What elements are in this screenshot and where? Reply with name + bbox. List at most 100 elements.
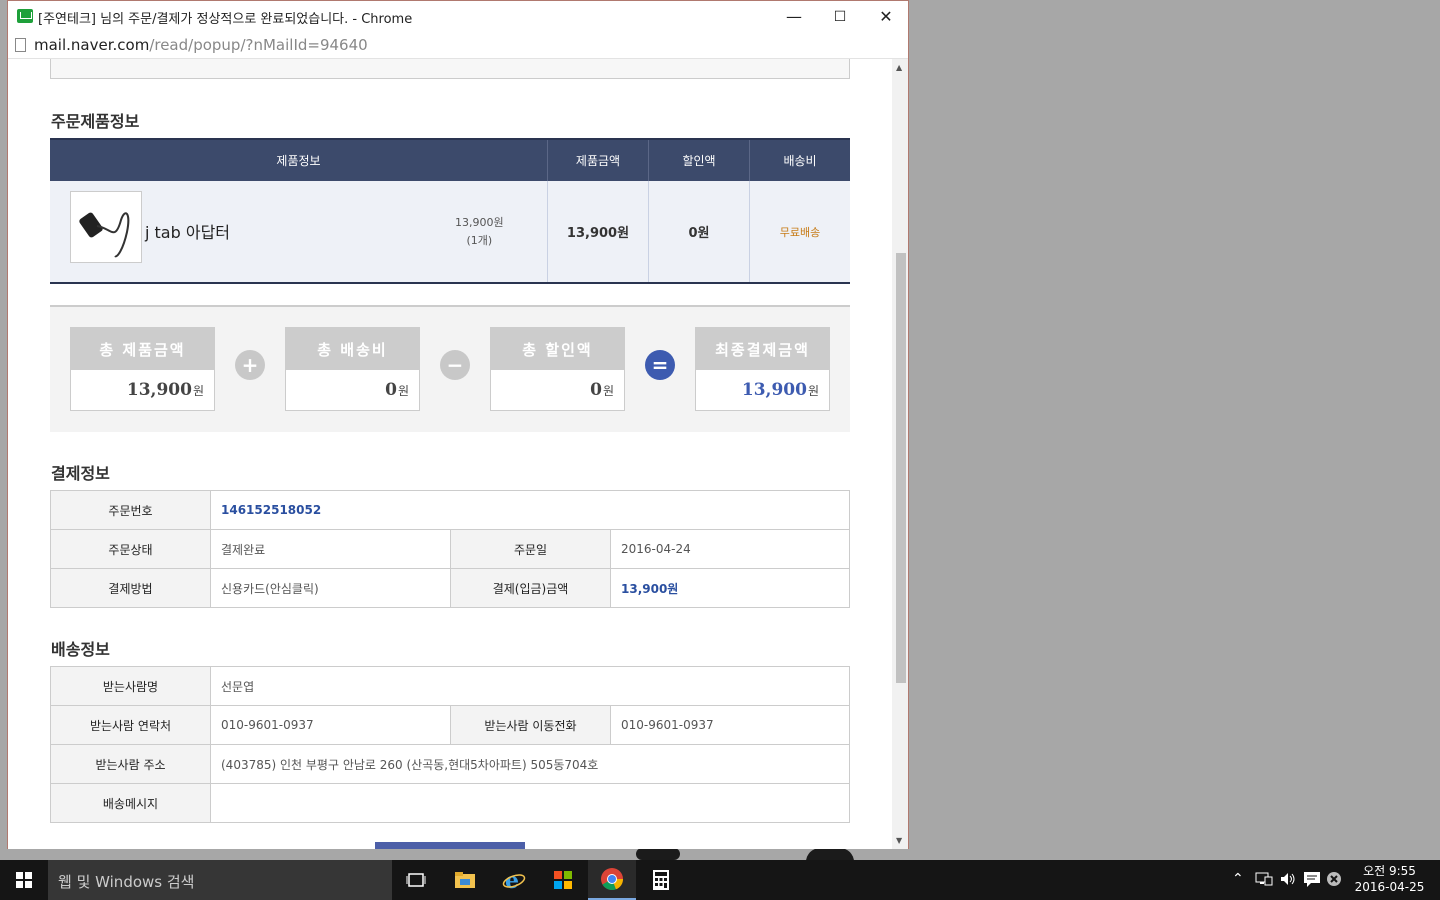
col-product-info: 제품정보 (276, 154, 321, 168)
order-items-title: 주문제품정보 (51, 112, 140, 131)
total-shipping-value: 0 (385, 380, 397, 400)
price-summary: 총 제품금액 13,900 원 + 총 배송비 0원 − 총 할인액 0원 = 최… (50, 305, 850, 432)
chrome-popup-window: [주연테크] 님의 주문/결제가 정상적으로 완료되었습니다. - Chrome… (7, 0, 909, 849)
product-thumbnail[interactable] (70, 191, 142, 263)
svg-text:e: e (505, 868, 519, 892)
clock-date: 2016-04-25 (1354, 880, 1425, 894)
table-row: 받는사람 주소 (403785) 인천 부평구 안남로 260 (산곡동,현대5… (50, 744, 850, 784)
final-amount-value-row: 13,900 원 (696, 370, 829, 410)
total-discount-unit: 원 (602, 383, 614, 398)
scroll-down-icon[interactable]: ▼ (896, 836, 902, 845)
product-quantity: (1개) (466, 234, 493, 247)
previous-section-box (50, 59, 850, 79)
taskbar-clock[interactable]: 오전 9:55 2016-04-25 (1352, 863, 1427, 895)
payment-amount: 13,900원 (610, 568, 850, 608)
final-amount-value: 13,900 (741, 380, 807, 400)
total-shipping-box: 총 배송비 0원 (285, 327, 420, 411)
recipient-phone-label: 받는사람 연락처 (50, 705, 211, 745)
order-number-label: 주문번호 (50, 490, 211, 530)
recipient-address-label: 받는사람 주소 (50, 744, 211, 784)
maximize-button[interactable]: ☐ (817, 1, 863, 32)
final-amount-label: 최종결제금액 (696, 328, 829, 370)
delivery-info-title: 배송정보 (51, 640, 110, 659)
total-shipping-value-row: 0원 (286, 370, 419, 410)
title-bar[interactable]: [주연테크] 님의 주문/결제가 정상적으로 완료되었습니다. - Chrome… (8, 1, 908, 32)
internet-explorer-icon[interactable]: e (490, 860, 538, 900)
mail-app-icon (17, 9, 33, 23)
table-row: j tab 아답터 13,900원 (1개) 13,900원 0원 무료배송 (50, 181, 850, 284)
url-text[interactable]: mail.naver.com/read/popup/?nMailId=94640 (34, 36, 368, 54)
total-discount-label: 총 할인액 (491, 328, 624, 370)
window-title: [주연테크] 님의 주문/결제가 정상적으로 완료되었습니다. - Chrome (38, 12, 413, 27)
payment-method-label: 결제방법 (50, 568, 211, 608)
payment-info-table: 주문번호 146152518052 주문상태 결제완료 주문일 2016-04-… (50, 490, 850, 608)
total-products-value-row: 13,900 원 (71, 370, 214, 410)
total-shipping-unit: 원 (397, 383, 409, 398)
total-products-box: 총 제품금액 13,900 원 (70, 327, 215, 411)
windows-logo-icon (16, 872, 32, 888)
table-row: 주문번호 146152518052 (50, 490, 850, 530)
total-discount-value-row: 0원 (491, 370, 624, 410)
bottom-action-button[interactable] (375, 842, 525, 849)
payment-method: 신용카드(안심클릭) (210, 568, 451, 608)
order-date-label: 주문일 (450, 529, 611, 569)
delivery-info-table: 받는사람명 선문엽 받는사람 연락처 010-9601-0937 받는사람 이동… (50, 666, 850, 823)
action-center-icon[interactable] (1303, 871, 1321, 891)
store-icon[interactable] (539, 860, 587, 900)
clock-time: 오전 9:55 (1363, 864, 1416, 878)
delivery-message-label: 배송메시지 (50, 783, 211, 823)
close-button[interactable]: ✕ (863, 1, 909, 32)
col-discount: 할인액 (648, 140, 749, 181)
order-items-header: 제품정보 제품금액 할인액 배송비 (50, 138, 850, 181)
notification-close-icon[interactable] (1326, 871, 1342, 891)
recipient-address: (403785) 인천 부평구 안남로 260 (산곡동,현대5차아파트) 50… (210, 744, 850, 784)
taskbar: 웹 및 Windows 검색 e ⌃ 오전 9:55 2016-04-25 (0, 860, 1440, 900)
scroll-up-icon[interactable]: ▲ (896, 63, 902, 72)
product-unit-price: 13,900원 (455, 216, 504, 229)
final-amount-box: 최종결제금액 13,900 원 (695, 327, 830, 411)
plus-icon: + (235, 350, 265, 380)
recipient-mobile: 010-9601-0937 (610, 705, 850, 745)
chrome-icon[interactable] (588, 860, 636, 900)
order-items-table: 제품정보 제품금액 할인액 배송비 j tab 아답터 13,900원 (1개)… (50, 138, 850, 284)
final-amount-unit: 원 (807, 383, 819, 398)
order-status-label: 주문상태 (50, 529, 211, 569)
equals-icon: = (645, 350, 675, 380)
file-explorer-icon[interactable] (441, 860, 489, 900)
order-status: 결제완료 (210, 529, 451, 569)
address-bar[interactable]: mail.naver.com/read/popup/?nMailId=94640 (8, 32, 908, 59)
order-date: 2016-04-24 (610, 529, 850, 569)
order-number[interactable]: 146152518052 (210, 490, 850, 530)
minus-icon: − (440, 350, 470, 380)
payment-amount-label: 결제(입금)금액 (450, 568, 611, 608)
recipient-mobile-label: 받는사람 이동전화 (450, 705, 611, 745)
total-products-value: 13,900 (126, 380, 192, 400)
desktop-object (636, 848, 680, 860)
url-path: /read/popup/?nMailId=94640 (149, 36, 368, 54)
start-button[interactable] (0, 860, 48, 900)
total-discount-box: 총 할인액 0원 (490, 327, 625, 411)
total-discount-value: 0 (590, 380, 602, 400)
recipient-name-label: 받는사람명 (50, 666, 211, 706)
recipient-phone: 010-9601-0937 (210, 705, 451, 745)
product-name[interactable]: j tab 아답터 (145, 219, 230, 243)
taskbar-search-box[interactable]: 웹 및 Windows 검색 (48, 860, 392, 900)
vertical-scrollbar[interactable]: ▲ ▼ (892, 59, 908, 849)
product-info-cell: j tab 아답터 13,900원 (1개) (50, 181, 547, 282)
total-shipping-label: 총 배송비 (286, 328, 419, 370)
total-products-unit: 원 (192, 383, 204, 398)
scrollbar-thumb[interactable] (896, 253, 906, 683)
volume-icon[interactable] (1279, 871, 1297, 891)
search-placeholder: 웹 및 Windows 검색 (58, 873, 195, 891)
task-view-icon[interactable] (392, 860, 440, 900)
show-hidden-icons-icon[interactable]: ⌃ (1232, 871, 1244, 887)
delivery-message (210, 783, 850, 823)
product-shipping: 무료배송 (749, 181, 850, 282)
calculator-icon[interactable] (637, 860, 685, 900)
col-shipping: 배송비 (749, 140, 850, 181)
product-amount: 13,900원 (547, 181, 648, 282)
network-icon[interactable] (1255, 871, 1273, 891)
product-unit-info: 13,900원 (1개) (455, 214, 504, 250)
minimize-button[interactable]: — (771, 1, 817, 32)
recipient-name: 선문엽 (210, 666, 850, 706)
